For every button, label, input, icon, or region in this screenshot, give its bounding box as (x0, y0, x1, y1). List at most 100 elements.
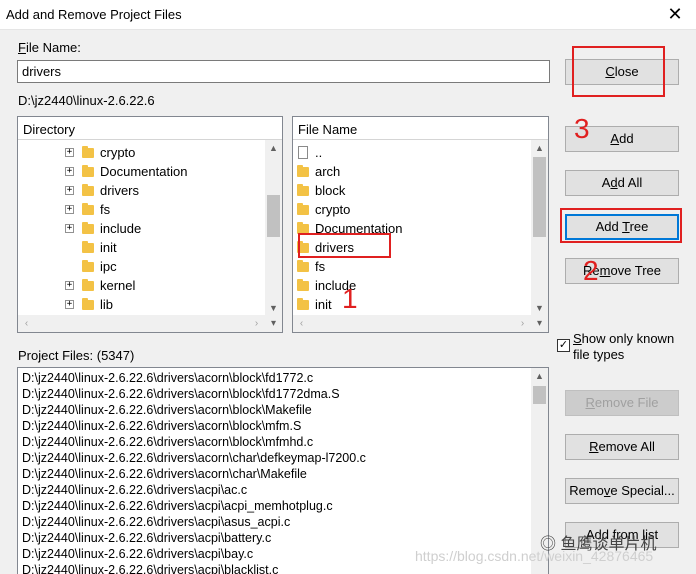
directory-vscrollbar[interactable]: ▲ ▼ (265, 140, 282, 317)
annotation-number-2: 2 (583, 255, 599, 286)
folder-icon (297, 241, 309, 253)
directory-item-label: init (100, 240, 117, 255)
file-list-item-label: fs (315, 259, 326, 274)
file-list-item[interactable]: .. (293, 143, 531, 162)
directory-item-label: lib (100, 297, 114, 312)
directory-item-label: crypto (100, 145, 136, 160)
expand-icon[interactable]: + (65, 148, 74, 157)
remove-file-button[interactable]: Remove File (565, 390, 679, 416)
scroll-thumb[interactable] (267, 195, 280, 237)
directory-item-label: fs (100, 202, 111, 217)
project-file-item[interactable]: D:\jz2440\linux-2.6.22.6\drivers\acorn\b… (22, 419, 301, 435)
directory-header[interactable]: Directory (18, 117, 282, 140)
folder-icon (82, 165, 94, 177)
file-list-item[interactable]: include (293, 276, 531, 295)
directory-hscrollbar[interactable]: ‹ › ▾ (18, 315, 282, 332)
close-icon[interactable]: ✕ (666, 4, 684, 24)
project-file-item[interactable]: D:\jz2440\linux-2.6.22.6\drivers\acorn\c… (22, 467, 307, 483)
expand-icon[interactable]: + (65, 224, 74, 233)
expand-icon[interactable]: + (65, 281, 74, 290)
directory-item[interactable]: init (18, 238, 264, 257)
file-list-item[interactable]: arch (293, 162, 531, 181)
folder-icon (297, 279, 309, 291)
folder-icon (82, 279, 94, 291)
file-name-input[interactable]: drivers (17, 60, 550, 83)
window-title: Add and Remove Project Files (6, 7, 182, 22)
scroll-left-icon[interactable]: ‹ (293, 315, 310, 332)
expand-icon[interactable]: + (65, 167, 74, 176)
show-known-checkbox[interactable]: ✓ (557, 339, 570, 352)
scroll-up-icon[interactable]: ▲ (531, 140, 548, 157)
annotation-number-1: 1 (342, 283, 358, 314)
folder-icon (82, 222, 94, 234)
scroll-thumb[interactable] (533, 386, 546, 404)
file-list-item[interactable]: block (293, 181, 531, 200)
scroll-up-icon[interactable]: ▲ (531, 368, 548, 385)
file-list-item[interactable]: crypto (293, 200, 531, 219)
directory-item[interactable]: + include (18, 219, 264, 238)
close-button[interactable]: Close (565, 59, 679, 85)
scroll-right-icon[interactable]: › (248, 315, 265, 332)
scroll-left-icon[interactable]: ‹ (18, 315, 35, 332)
file-list-item[interactable]: init (293, 295, 531, 314)
folder-icon (297, 184, 309, 196)
directory-pane[interactable]: Directory + crypto + Documentation + drivers +… (17, 116, 283, 333)
project-file-item[interactable]: D:\jz2440\linux-2.6.22.6\drivers\acorn\b… (22, 435, 313, 451)
file-list-item-label: .. (315, 145, 323, 160)
file-hscrollbar[interactable]: ‹ › ▾ (293, 315, 548, 332)
file-list-item[interactable]: fs (293, 257, 531, 276)
directory-item[interactable]: + fs (18, 200, 264, 219)
directory-item[interactable]: + crypto (18, 143, 264, 162)
expand-icon[interactable]: + (65, 205, 74, 214)
project-file-item[interactable]: D:\jz2440\linux-2.6.22.6\drivers\acorn\b… (22, 403, 312, 419)
annotation-number-3: 3 (574, 113, 590, 144)
project-file-item[interactable]: D:\jz2440\linux-2.6.22.6\drivers\acpi\bl… (22, 563, 278, 574)
directory-item-label: Documentation (100, 164, 188, 179)
file-list-item[interactable]: Documentation (293, 219, 531, 238)
add-tree-button[interactable]: Add Tree (565, 214, 679, 240)
directory-item-label: ipc (100, 259, 117, 274)
folder-icon (82, 146, 94, 158)
add-all-button[interactable]: Add All (565, 170, 679, 196)
project-file-item[interactable]: D:\jz2440\linux-2.6.22.6\drivers\acpi\as… (22, 515, 290, 531)
directory-item[interactable]: ipc (18, 257, 264, 276)
file-list-item-label: drivers (315, 240, 355, 255)
directory-item-label: kernel (100, 278, 136, 293)
project-file-item[interactable]: D:\jz2440\linux-2.6.22.6\drivers\acpi\ac… (22, 483, 247, 499)
project-files-label: Project Files: (5347) (18, 348, 135, 363)
directory-item[interactable]: + Documentation (18, 162, 264, 181)
project-files-list[interactable]: D:\jz2440\linux-2.6.22.6\drivers\acorn\b… (17, 367, 549, 574)
show-known-label[interactable]: Show only known file types (573, 331, 674, 363)
project-file-item[interactable]: D:\jz2440\linux-2.6.22.6\drivers\acorn\c… (22, 451, 366, 467)
scroll-thumb[interactable] (533, 157, 546, 237)
expand-icon[interactable]: + (65, 186, 74, 195)
folder-icon (297, 165, 309, 177)
project-file-item[interactable]: D:\jz2440\linux-2.6.22.6\drivers\acpi\ac… (22, 499, 333, 515)
directory-item-label: include (100, 221, 142, 236)
file-icon (298, 146, 308, 159)
directory-item[interactable]: + drivers (18, 181, 264, 200)
project-file-item[interactable]: D:\jz2440\linux-2.6.22.6\drivers\acpi\ba… (22, 531, 271, 547)
directory-item[interactable]: + lib (18, 295, 264, 314)
wechat-icon: ◎ (540, 536, 561, 553)
directory-item[interactable]: + kernel (18, 276, 264, 295)
folder-icon (297, 298, 309, 310)
folder-icon (82, 298, 94, 310)
project-file-item[interactable]: D:\jz2440\linux-2.6.22.6\drivers\acorn\b… (22, 371, 313, 387)
scroll-right-icon[interactable]: › (514, 315, 531, 332)
folder-icon (297, 260, 309, 272)
project-file-item[interactable]: D:\jz2440\linux-2.6.22.6\drivers\acorn\b… (22, 387, 340, 403)
scroll-down-icon[interactable]: ▾ (265, 315, 282, 332)
folder-icon (82, 184, 94, 196)
file-name-pane[interactable]: File Name .. arch block crypto Documentation… (292, 116, 549, 333)
file-list-item[interactable]: drivers (293, 238, 531, 257)
file-name-header[interactable]: File Name (293, 117, 548, 140)
remove-special-button[interactable]: Remove Special... (565, 478, 679, 504)
project-file-item[interactable]: D:\jz2440\linux-2.6.22.6\drivers\acpi\ba… (22, 547, 253, 563)
scroll-up-icon[interactable]: ▲ (265, 140, 282, 157)
scroll-down-icon[interactable]: ▾ (531, 315, 548, 332)
remove-all-button[interactable]: Remove All (565, 434, 679, 460)
folder-icon (82, 241, 94, 253)
expand-icon[interactable]: + (65, 300, 74, 309)
file-vscrollbar[interactable]: ▲ ▼ (531, 140, 548, 317)
